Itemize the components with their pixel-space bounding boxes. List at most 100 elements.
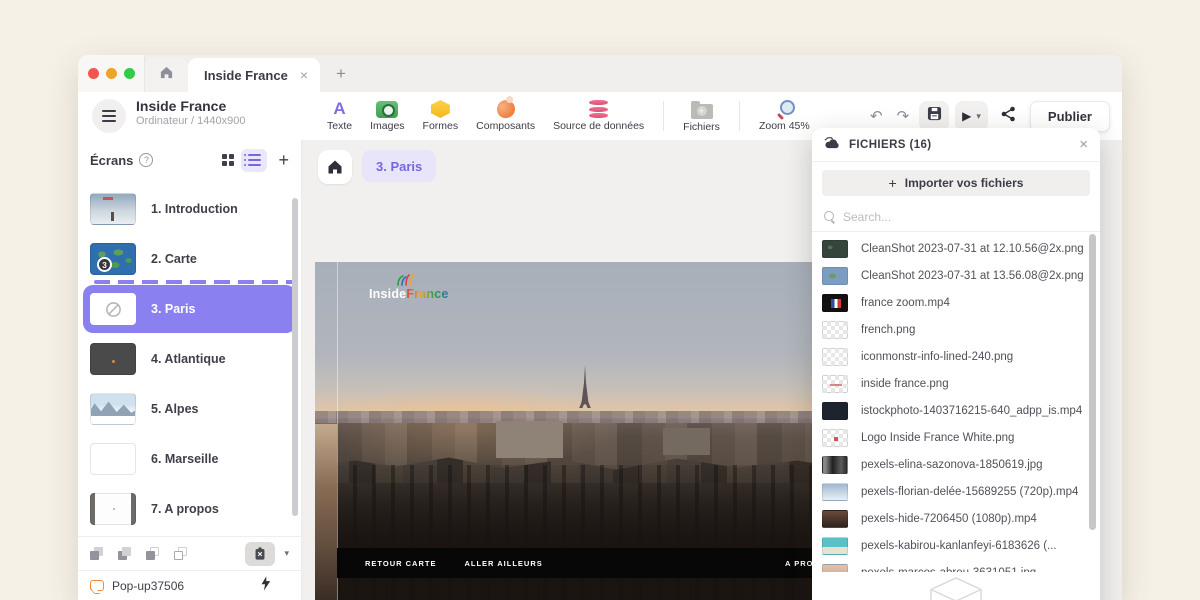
screen-item-alpes[interactable]: 5. Alpes: [78, 384, 301, 434]
left-bleed-building: [315, 424, 337, 600]
file-row[interactable]: pexels-elina-sazonova-1850619.jpg: [822, 451, 1100, 478]
file-row[interactable]: inside france.png: [822, 370, 1100, 397]
plus-icon: +: [889, 175, 897, 191]
minimize-window-button[interactable]: [106, 68, 117, 79]
inside-france-logo[interactable]: InsideFrance: [369, 272, 449, 301]
hexagon-shape-icon: [431, 100, 450, 118]
publish-button[interactable]: Publier: [1030, 101, 1110, 132]
play-dropdown-caret-icon[interactable]: ▾: [976, 111, 981, 122]
building-facade: [496, 421, 563, 458]
screen-list: 1. Introduction 3 2. Carte 3. Paris: [78, 182, 301, 536]
current-screen-pill[interactable]: 3. Paris: [362, 150, 436, 182]
file-thumbnail: [822, 240, 848, 258]
popup-row[interactable]: Pop-up37506: [78, 570, 301, 600]
copy-icon[interactable]: [174, 547, 187, 560]
tool-formes[interactable]: Formes: [414, 100, 468, 132]
close-window-button[interactable]: [88, 68, 99, 79]
file-row[interactable]: iconmonstr-info-lined-240.png: [822, 343, 1100, 370]
share-icon: [1001, 106, 1017, 127]
file-row[interactable]: pexels-marcos-abreu-3631051.jpg: [822, 559, 1100, 572]
screen-thumbnail: [90, 293, 136, 325]
tool-texte[interactable]: A Texte: [318, 100, 361, 132]
text-icon: A: [333, 100, 345, 118]
close-panel-icon[interactable]: ×: [1079, 136, 1088, 153]
file-thumbnail: [822, 510, 848, 528]
grid-view-icon[interactable]: [222, 154, 234, 166]
magnifier-icon: [775, 100, 793, 118]
nav-aller-ailleurs[interactable]: ALLER AILLEURS: [464, 559, 542, 568]
screen-item-a-propos[interactable]: 7. A propos: [78, 484, 301, 534]
screens-header: Écrans ? +: [78, 140, 301, 180]
file-thumbnail: [822, 537, 848, 555]
screen-item-introduction[interactable]: 1. Introduction: [78, 184, 301, 234]
file-thumbnail: [822, 456, 848, 474]
screen-item-carte[interactable]: 3 2. Carte: [78, 234, 301, 284]
file-row[interactable]: pexels-kabirou-kanlanfeyi-6183626 (...: [822, 532, 1100, 559]
canvas-home-button[interactable]: [318, 150, 352, 184]
delete-dropdown-caret-icon[interactable]: ▾: [284, 548, 289, 559]
tool-fichiers[interactable]: Fichiers: [674, 100, 729, 133]
import-files-button[interactable]: + Importer vos fichiers: [822, 170, 1090, 196]
delete-screen-button[interactable]: [245, 542, 275, 566]
redo-icon[interactable]: ↷: [893, 107, 914, 125]
logo-text-france: France: [406, 287, 448, 301]
bring-forward-icon[interactable]: [90, 547, 103, 560]
list-view-toggle[interactable]: [241, 149, 267, 172]
tool-composants[interactable]: Composants: [467, 100, 544, 132]
files-scrollbar[interactable]: [1089, 234, 1096, 530]
insert-tools: A Texte Images Formes Composants S: [318, 92, 819, 140]
play-button[interactable]: ▶ ▾: [955, 101, 988, 131]
save-button[interactable]: [919, 101, 949, 131]
screen: Inside France × + Inside France Ordinate…: [0, 0, 1200, 600]
logo-text-inside: Inside: [369, 287, 406, 301]
screen-item-atlantique[interactable]: 4. Atlantique: [78, 334, 301, 384]
tool-source-donnees[interactable]: Source de données: [544, 100, 653, 132]
screen-thumbnail: [90, 193, 136, 225]
search-input[interactable]: [843, 210, 1043, 224]
tool-images[interactable]: Images: [361, 101, 413, 132]
file-row[interactable]: france zoom.mp4: [822, 289, 1100, 316]
list-view-icon: [248, 154, 261, 167]
drop-indicator: [94, 280, 295, 284]
toolbar-separator: [663, 101, 664, 131]
canvas-breadcrumb: 3. Paris: [318, 150, 436, 184]
file-row[interactable]: istockphoto-1403716215-640_adpp_is.mp4: [822, 397, 1100, 424]
tool-zoom[interactable]: Zoom 45%: [750, 100, 819, 132]
file-row[interactable]: pexels-hide-7206450 (1080p).mp4: [822, 505, 1100, 532]
file-row[interactable]: CleanShot 2023-07-31 at 12.10.56@2x.png: [822, 235, 1100, 262]
tab-inside-france[interactable]: Inside France ×: [188, 58, 320, 92]
screens-scrollbar[interactable]: [292, 198, 298, 516]
files-cloud-icon: [824, 136, 841, 154]
nav-retour-carte[interactable]: RETOUR CARTE: [365, 559, 436, 568]
send-backward-icon[interactable]: [118, 547, 131, 560]
screen-thumbnail: [90, 393, 136, 425]
file-thumbnail: [822, 402, 848, 420]
folder-icon: [691, 104, 713, 119]
screen-item-marseille[interactable]: 6. Marseille: [78, 434, 301, 484]
home-icon: [159, 65, 174, 85]
file-thumbnail: [822, 348, 848, 366]
undo-icon[interactable]: ↶: [866, 107, 887, 125]
screen-thumbnail: [90, 493, 136, 525]
close-tab-icon[interactable]: ×: [300, 67, 308, 83]
share-button[interactable]: [994, 101, 1024, 131]
file-row[interactable]: french.png: [822, 316, 1100, 343]
tab-bar: Inside France × +: [78, 55, 1122, 92]
duplicate-icon[interactable]: [146, 547, 159, 560]
new-tab-button[interactable]: +: [320, 55, 362, 92]
trash-icon: [254, 547, 266, 560]
files-search: [812, 202, 1100, 232]
screen-item-paris[interactable]: 3. Paris: [83, 285, 296, 333]
lightning-icon[interactable]: [260, 576, 271, 596]
document-format: Ordinateur / 1440x900: [136, 115, 245, 127]
maximize-window-button[interactable]: [124, 68, 135, 79]
menu-button[interactable]: [92, 99, 126, 133]
tab-home[interactable]: [145, 58, 188, 92]
help-icon[interactable]: ?: [139, 153, 153, 167]
screen-actions-bar: ▾: [78, 536, 301, 570]
file-row[interactable]: CleanShot 2023-07-31 at 13.56.08@2x.png: [822, 262, 1100, 289]
add-screen-button[interactable]: +: [274, 150, 289, 171]
cube-icon: [927, 576, 985, 600]
file-row[interactable]: Logo Inside France White.png: [822, 424, 1100, 451]
file-row[interactable]: pexels-florian-delée-15689255 (720p).mp4: [822, 478, 1100, 505]
